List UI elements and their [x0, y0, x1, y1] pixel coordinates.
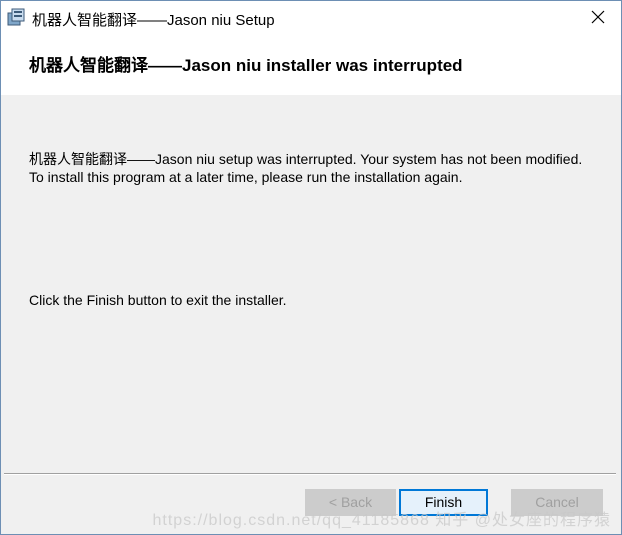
interruption-message: 机器人智能翻译——Jason niu setup was interrupted… — [29, 151, 583, 185]
finish-instruction: Click the Finish button to exit the inst… — [29, 292, 287, 308]
close-icon — [591, 10, 605, 24]
watermark: https://blog.csdn.net/qq_41185868 知乎 @处女… — [152, 512, 611, 529]
title-bar[interactable]: 机器人智能翻译——Jason niu Setup — [1, 1, 621, 33]
installer-app-icon — [7, 7, 27, 27]
close-button[interactable] — [575, 1, 621, 33]
installer-window: 机器人智能翻译——Jason niu Setup 机器人智能翻译——Jason … — [0, 0, 622, 535]
window-title: 机器人智能翻译——Jason niu Setup — [32, 12, 275, 29]
button-separator — [4, 473, 616, 475]
page-heading: 机器人智能翻译——Jason niu installer was interru… — [29, 56, 463, 75]
